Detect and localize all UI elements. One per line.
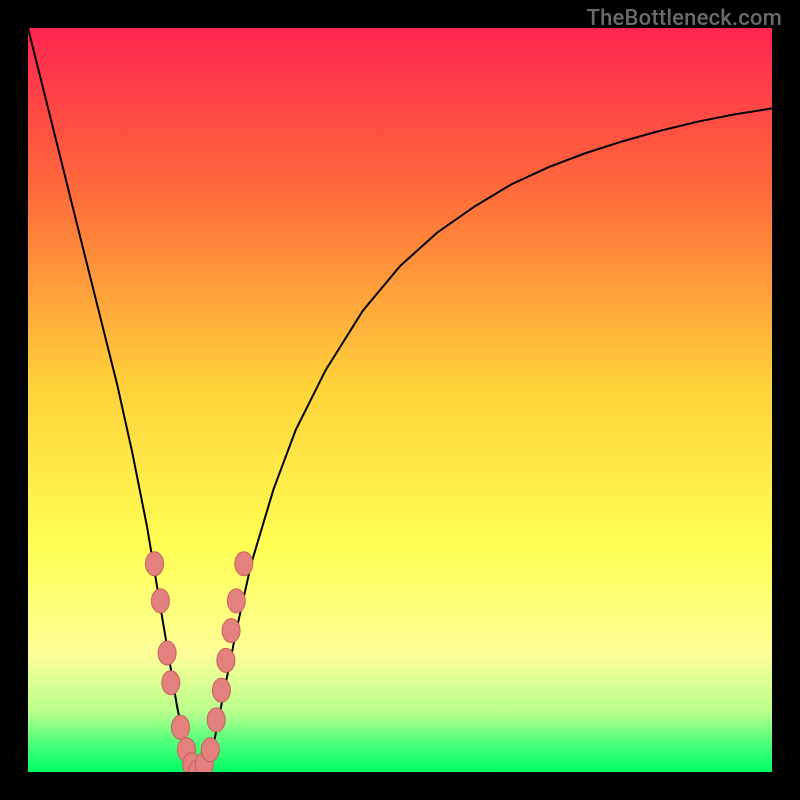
- curve-marker: [207, 708, 225, 732]
- curve-marker: [158, 641, 176, 665]
- curve-marker: [162, 671, 180, 695]
- curve-marker: [172, 715, 190, 739]
- curve-marker: [235, 552, 253, 576]
- curve-marker: [222, 619, 240, 643]
- curve-marker: [151, 589, 169, 613]
- chart-frame: TheBottleneck.com: [0, 0, 800, 800]
- chart-svg: [28, 28, 772, 772]
- gradient-background: [28, 28, 772, 772]
- curve-marker: [201, 738, 219, 762]
- curve-marker: [146, 552, 164, 576]
- curve-marker: [227, 589, 245, 613]
- plot-area: [28, 28, 772, 772]
- curve-marker: [217, 648, 235, 672]
- curve-marker: [212, 678, 230, 702]
